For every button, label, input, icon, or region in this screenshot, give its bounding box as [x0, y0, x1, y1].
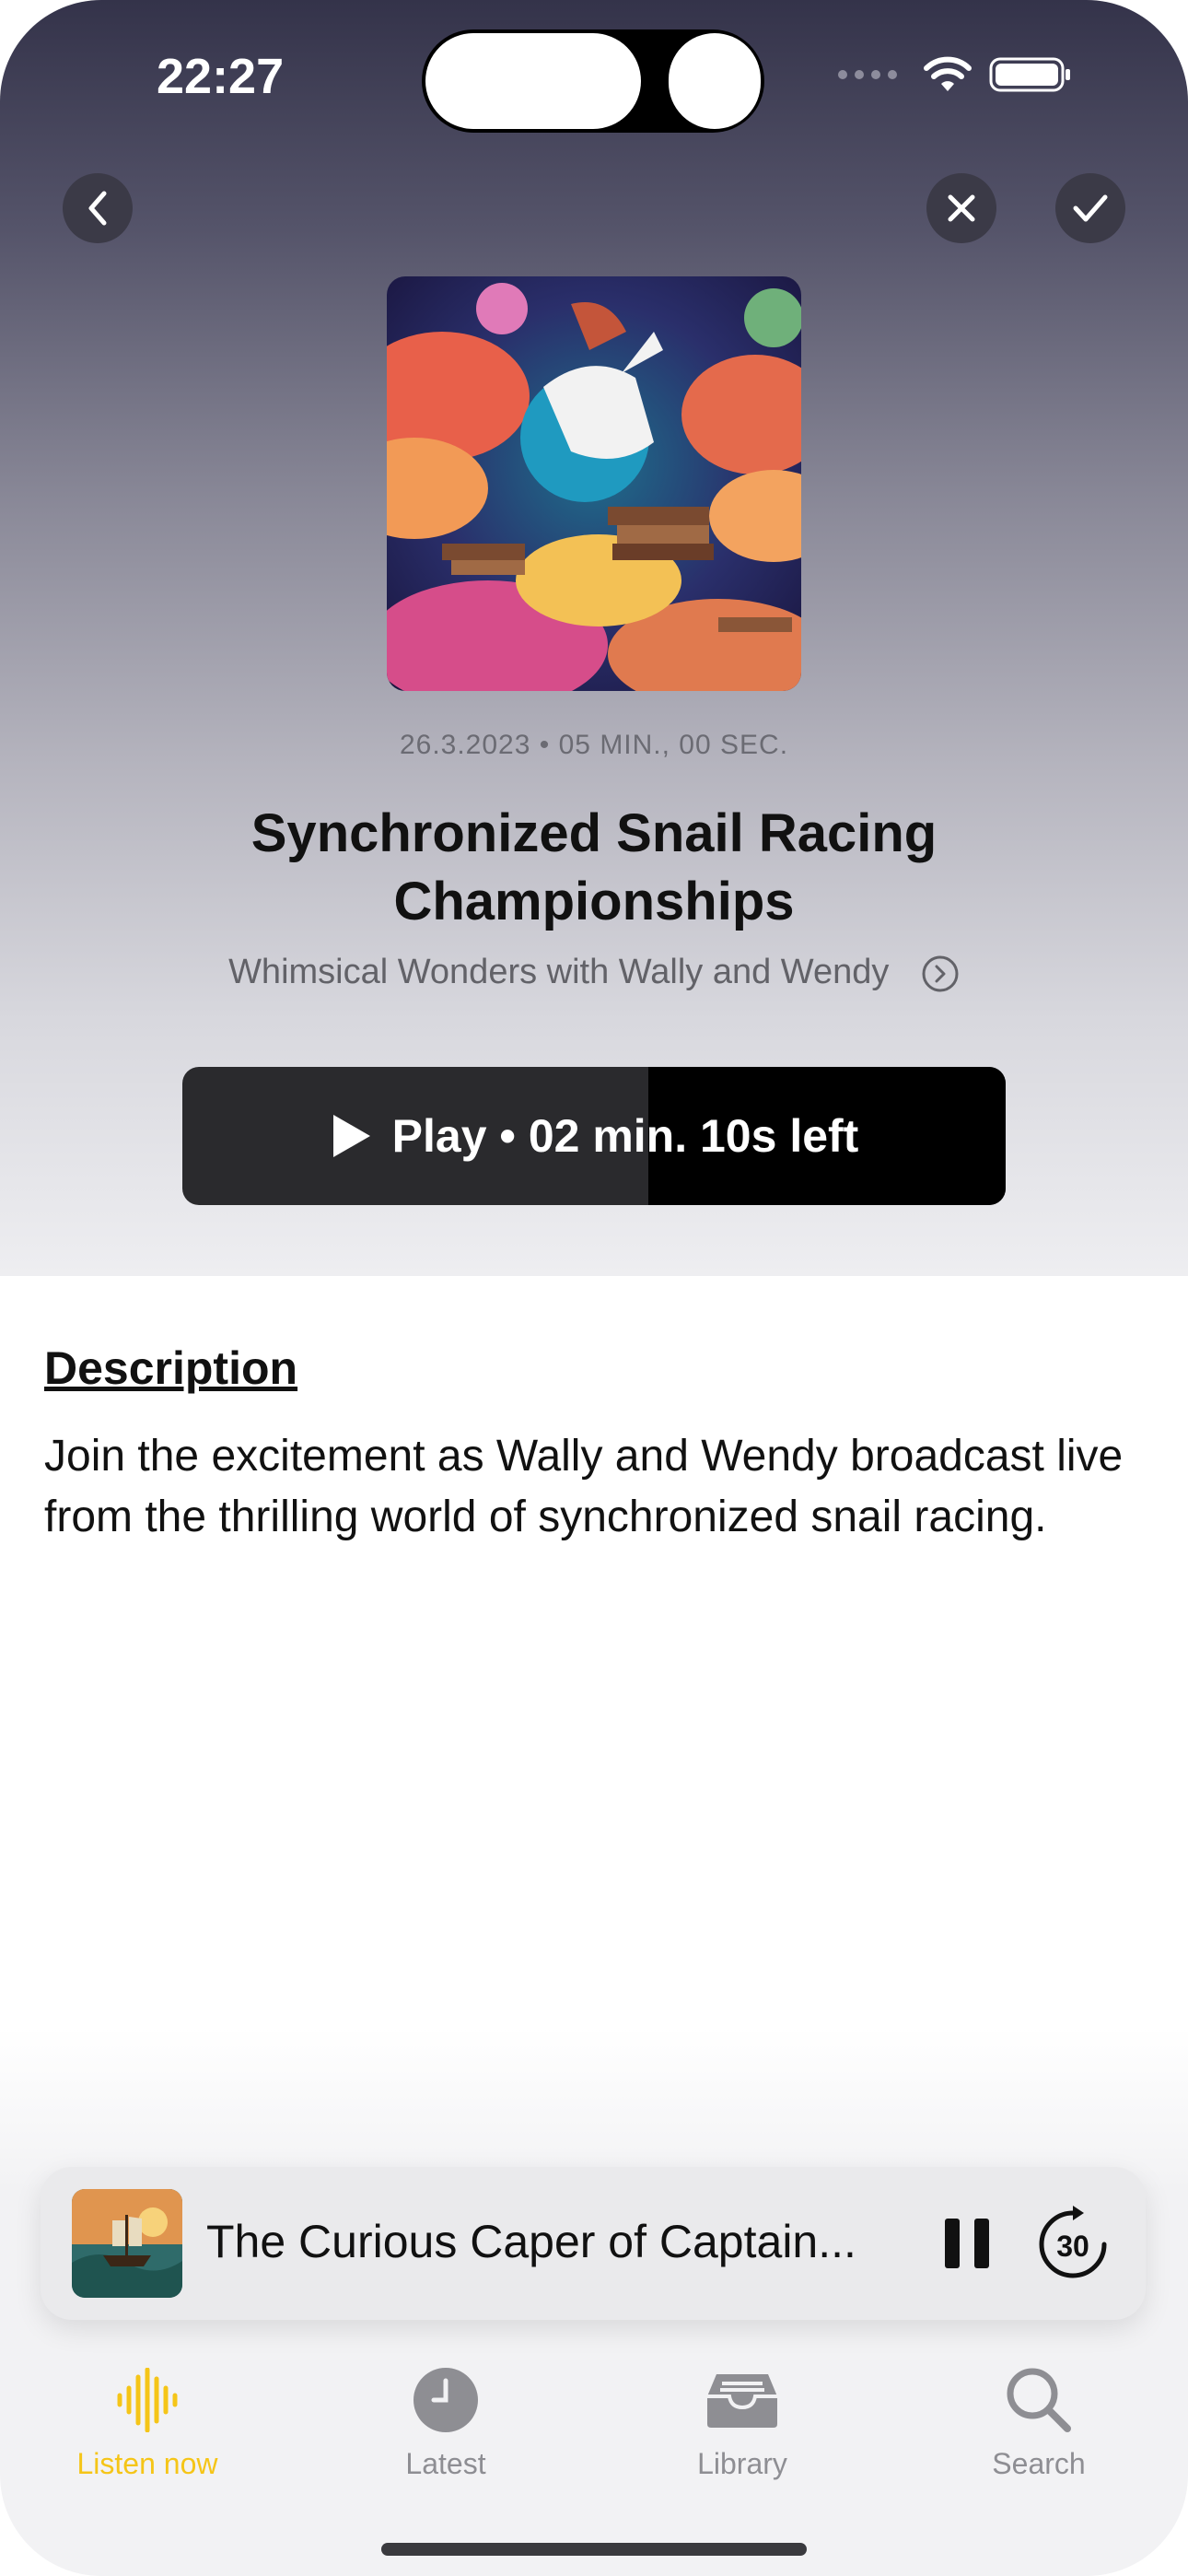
tab-latest[interactable]: Latest	[335, 2359, 556, 2481]
podcast-name: Whimsical Wonders with Wally and Wendy	[228, 953, 890, 991]
chevron-left-icon	[88, 191, 107, 226]
mini-player-title: The Curious Caper of Captain...	[206, 2216, 856, 2267]
episode-title: Synchronized Snail Racing Championships	[250, 803, 938, 931]
skip-seconds-label: 30	[1056, 2230, 1089, 2263]
skip-forward-button[interactable]: 30	[1031, 2204, 1114, 2287]
episode-artwork	[387, 276, 801, 691]
episode-date: 26.3.2023	[399, 730, 531, 760]
status-time: 22:27	[157, 49, 285, 104]
episode-meta: 26.3.2023 • 05 MIN., 00 SEC.	[0, 730, 1188, 761]
tab-search[interactable]: Search	[928, 2359, 1149, 2481]
tray-icon	[707, 2374, 777, 2428]
status-indicators	[838, 55, 1072, 94]
dynamic-island	[422, 29, 764, 133]
mini-player-artwork	[72, 2189, 182, 2298]
podcast-link[interactable]: Whimsical Wonders with Wally and Wendy	[0, 953, 1188, 993]
play-icon	[332, 1115, 370, 1157]
checkmark-icon	[1073, 194, 1108, 222]
pause-button[interactable]	[936, 2213, 1000, 2274]
close-button[interactable]	[926, 173, 996, 243]
chevron-right-circle-icon	[922, 955, 959, 992]
tab-listen-now[interactable]: Listen now	[37, 2359, 258, 2481]
play-button[interactable]: Play • 02 min. 10s left	[182, 1067, 1006, 1205]
cellular-icon	[838, 70, 897, 79]
play-button-label: Play • 02 min. 10s left	[391, 1110, 859, 1162]
episode-duration: 05 MIN., 00 SEC.	[558, 730, 789, 760]
skip-forward-30-icon: 30	[1039, 2206, 1107, 2278]
home-indicator	[381, 2543, 807, 2556]
wifi-icon	[924, 56, 972, 91]
waveform-icon	[117, 2368, 178, 2432]
tab-label: Search	[992, 2447, 1086, 2480]
tab-library[interactable]: Library	[632, 2359, 853, 2481]
clock-icon	[413, 2368, 478, 2432]
done-button[interactable]	[1055, 173, 1125, 243]
mini-player[interactable]: The Curious Caper of Captain... 30	[41, 2167, 1146, 2320]
description-heading: Description	[44, 1342, 298, 1394]
close-icon	[948, 194, 975, 222]
tab-label: Listen now	[76, 2447, 218, 2480]
episode-detail-screen: 22:27 26.3.2023 • 05 MIN., 00 SEC. Synch…	[0, 0, 1188, 2576]
description-body: Join the excitement as Wally and Wendy b…	[44, 1432, 1124, 1541]
magnifier-icon	[1007, 2368, 1071, 2432]
tab-label: Latest	[405, 2447, 486, 2480]
battery-icon	[989, 57, 1070, 92]
meta-separator: •	[539, 730, 559, 760]
back-button[interactable]	[63, 173, 133, 243]
tab-label: Library	[697, 2447, 787, 2480]
